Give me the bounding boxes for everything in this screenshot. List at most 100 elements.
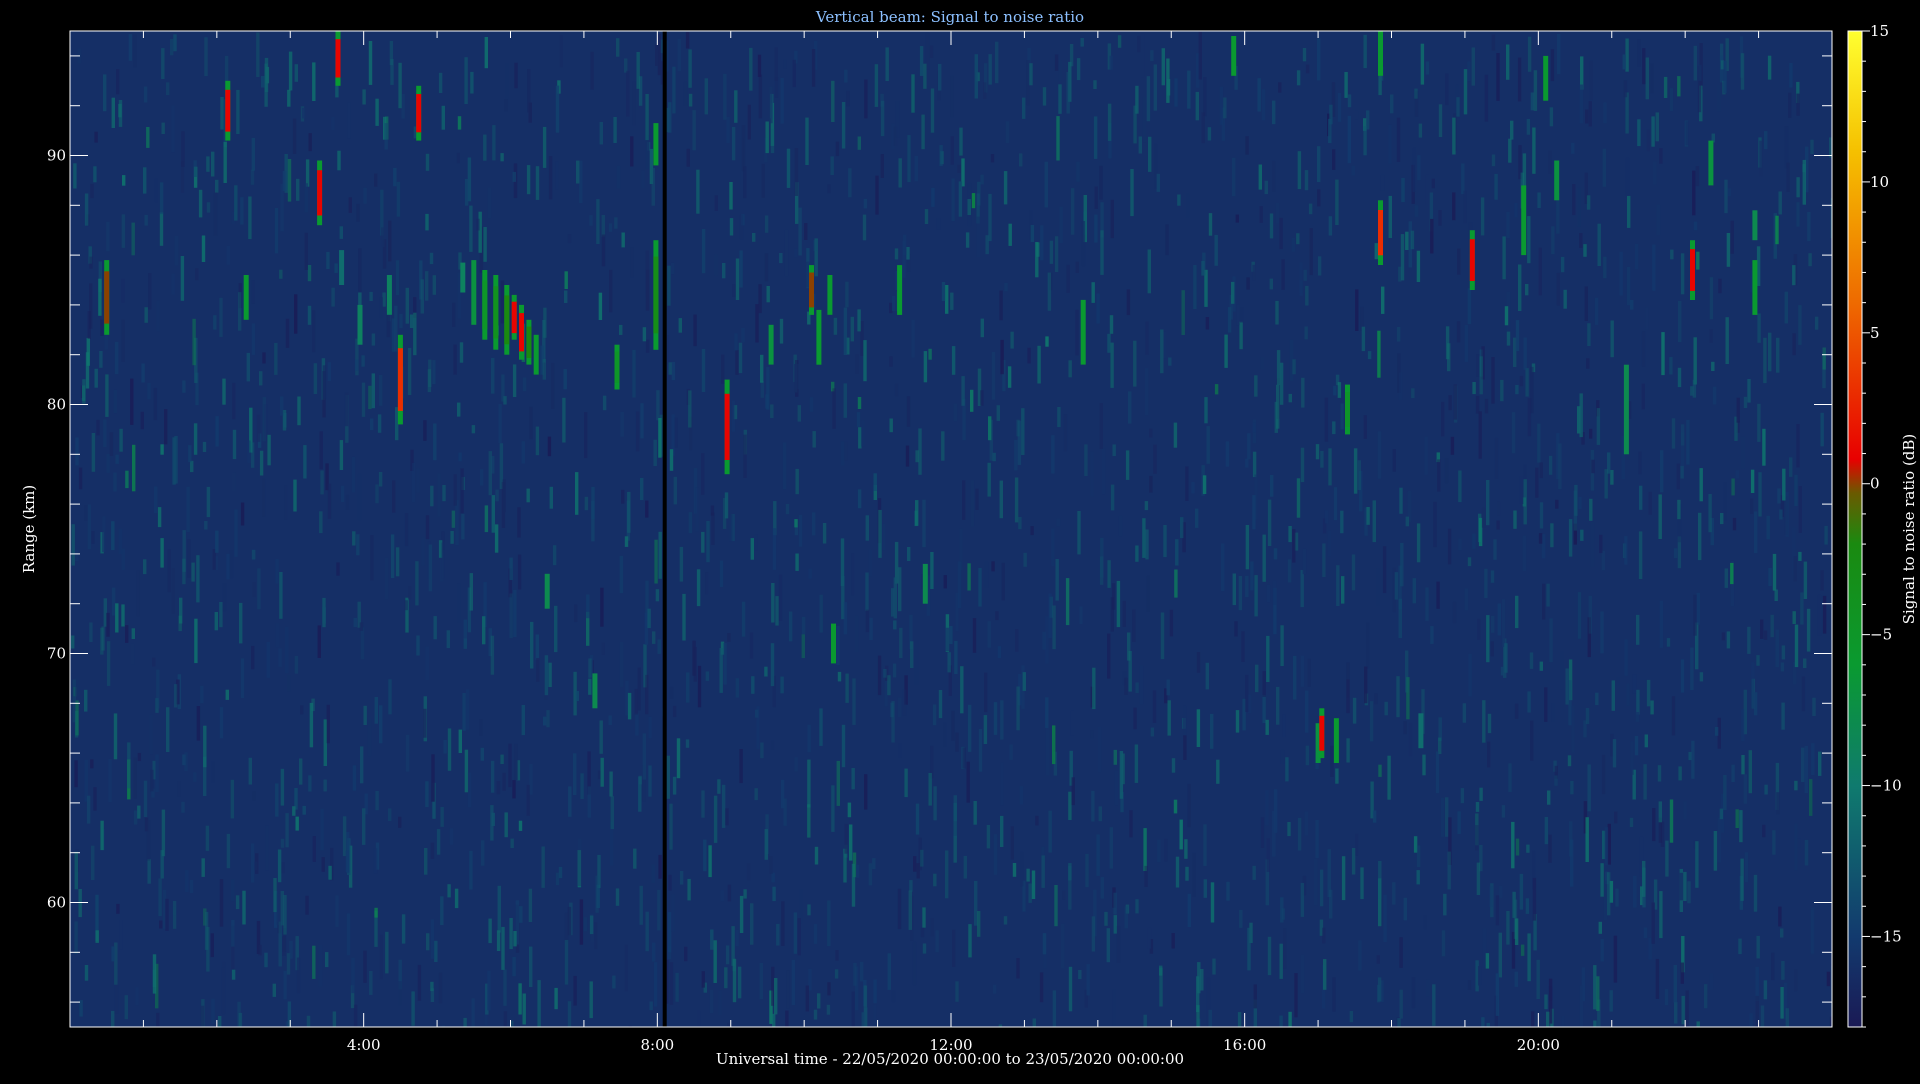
- noise-streak: [910, 641, 914, 668]
- noise-streak: [1336, 565, 1340, 606]
- noise-streak: [920, 927, 925, 938]
- noise-streak: [1550, 523, 1554, 548]
- noise-streak: [1506, 211, 1510, 239]
- noise-streak: [1499, 885, 1503, 898]
- noise-streak: [1693, 221, 1698, 231]
- noise-streak: [541, 846, 545, 888]
- noise-streak: [1208, 213, 1213, 236]
- echo-edge: [386, 275, 392, 315]
- noise-streak: [741, 125, 746, 172]
- echo-edge: [1231, 36, 1237, 76]
- noise-streak: [614, 217, 618, 229]
- noise-streak: [356, 534, 360, 556]
- noise-streak: [1020, 851, 1024, 887]
- noise-streak: [369, 291, 373, 301]
- noise-streak: [911, 74, 915, 113]
- noise-streak: [684, 946, 688, 962]
- noise-streak: [1579, 393, 1583, 438]
- noise-streak: [178, 615, 182, 632]
- noise-streak: [1167, 700, 1171, 736]
- noise-streak: [1224, 334, 1228, 368]
- noise-streak: [674, 417, 678, 448]
- noise-streak: [1109, 55, 1113, 70]
- noise-streak: [1784, 126, 1789, 169]
- noise-streak: [1235, 710, 1240, 733]
- noise-streak: [1355, 289, 1359, 331]
- noise-streak: [1723, 60, 1727, 94]
- noise-streak: [1254, 375, 1258, 397]
- noise-streak: [1128, 391, 1132, 424]
- noise-streak: [1801, 747, 1805, 782]
- noise-streak: [795, 553, 799, 571]
- noise-streak: [467, 772, 472, 808]
- noise-streak: [116, 69, 120, 95]
- noise-streak: [827, 900, 831, 947]
- noise-streak: [953, 403, 958, 422]
- noise-streak: [86, 337, 90, 366]
- noise-streak: [189, 880, 194, 893]
- noise-streak: [858, 427, 862, 449]
- noise-streak: [801, 616, 806, 635]
- noise-streak: [1568, 519, 1573, 557]
- noise-streak: [345, 850, 350, 873]
- noise-streak: [229, 550, 234, 579]
- noise-streak: [579, 160, 583, 203]
- noise-streak: [798, 514, 803, 547]
- noise-streak: [74, 760, 78, 788]
- noise-streak: [814, 846, 819, 865]
- noise-streak: [1374, 243, 1378, 260]
- noise-streak: [904, 768, 908, 798]
- echo-core: [1345, 392, 1350, 427]
- noise-streak: [143, 780, 148, 817]
- noise-streak: [1530, 92, 1535, 111]
- noise-streak: [1539, 661, 1543, 671]
- noise-streak: [1800, 592, 1804, 625]
- noise-streak: [294, 64, 298, 82]
- noise-streak: [874, 64, 879, 107]
- noise-streak: [1092, 667, 1096, 710]
- noise-streak: [951, 710, 955, 741]
- noise-streak: [1145, 529, 1149, 560]
- noise-streak: [1198, 31, 1202, 80]
- noise-streak: [231, 969, 236, 980]
- noise-streak: [791, 959, 796, 1005]
- noise-streak: [1133, 340, 1137, 387]
- noise-streak: [1610, 320, 1614, 358]
- noise-streak: [688, 93, 693, 107]
- colorbar-tick-label: −15: [1870, 927, 1902, 945]
- colorbar-scale: [1847, 30, 1863, 1028]
- noise-streak: [78, 467, 83, 490]
- noise-streak: [826, 1004, 831, 1015]
- noise-streak: [645, 250, 649, 297]
- noise-streak: [411, 462, 416, 503]
- noise-streak: [630, 247, 634, 278]
- noise-streak: [1587, 764, 1591, 812]
- noise-streak: [1467, 288, 1472, 325]
- noise-streak: [222, 378, 226, 405]
- noise-streak: [75, 549, 79, 562]
- noise-streak: [1619, 251, 1623, 296]
- noise-streak: [100, 820, 104, 851]
- noise-streak: [1324, 510, 1329, 524]
- noise-streak: [1239, 321, 1243, 350]
- echo-feature: [897, 265, 903, 315]
- noise-streak: [1051, 528, 1055, 566]
- noise-streak: [1396, 117, 1401, 162]
- noise-streak: [1624, 639, 1628, 676]
- noise-streak: [669, 962, 674, 1005]
- noise-streak: [371, 333, 376, 346]
- noise-streak: [1531, 1011, 1535, 1027]
- echo-core: [335, 39, 341, 78]
- noise-streak: [932, 704, 937, 726]
- noise-streak: [1323, 959, 1327, 990]
- snr-heatmap-chart: 4:00 8:00 12:00 16:00 20:0060708090 −15−10−5…: [0, 0, 1920, 1080]
- noise-streak: [1000, 339, 1004, 375]
- noise-streak: [685, 739, 690, 748]
- noise-streak: [238, 1012, 243, 1027]
- noise-streak: [146, 127, 150, 148]
- noise-streak: [1476, 862, 1481, 895]
- noise-streak: [1245, 525, 1250, 570]
- noise-streak: [152, 657, 156, 667]
- noise-streak: [441, 105, 445, 130]
- noise-streak: [1549, 618, 1553, 663]
